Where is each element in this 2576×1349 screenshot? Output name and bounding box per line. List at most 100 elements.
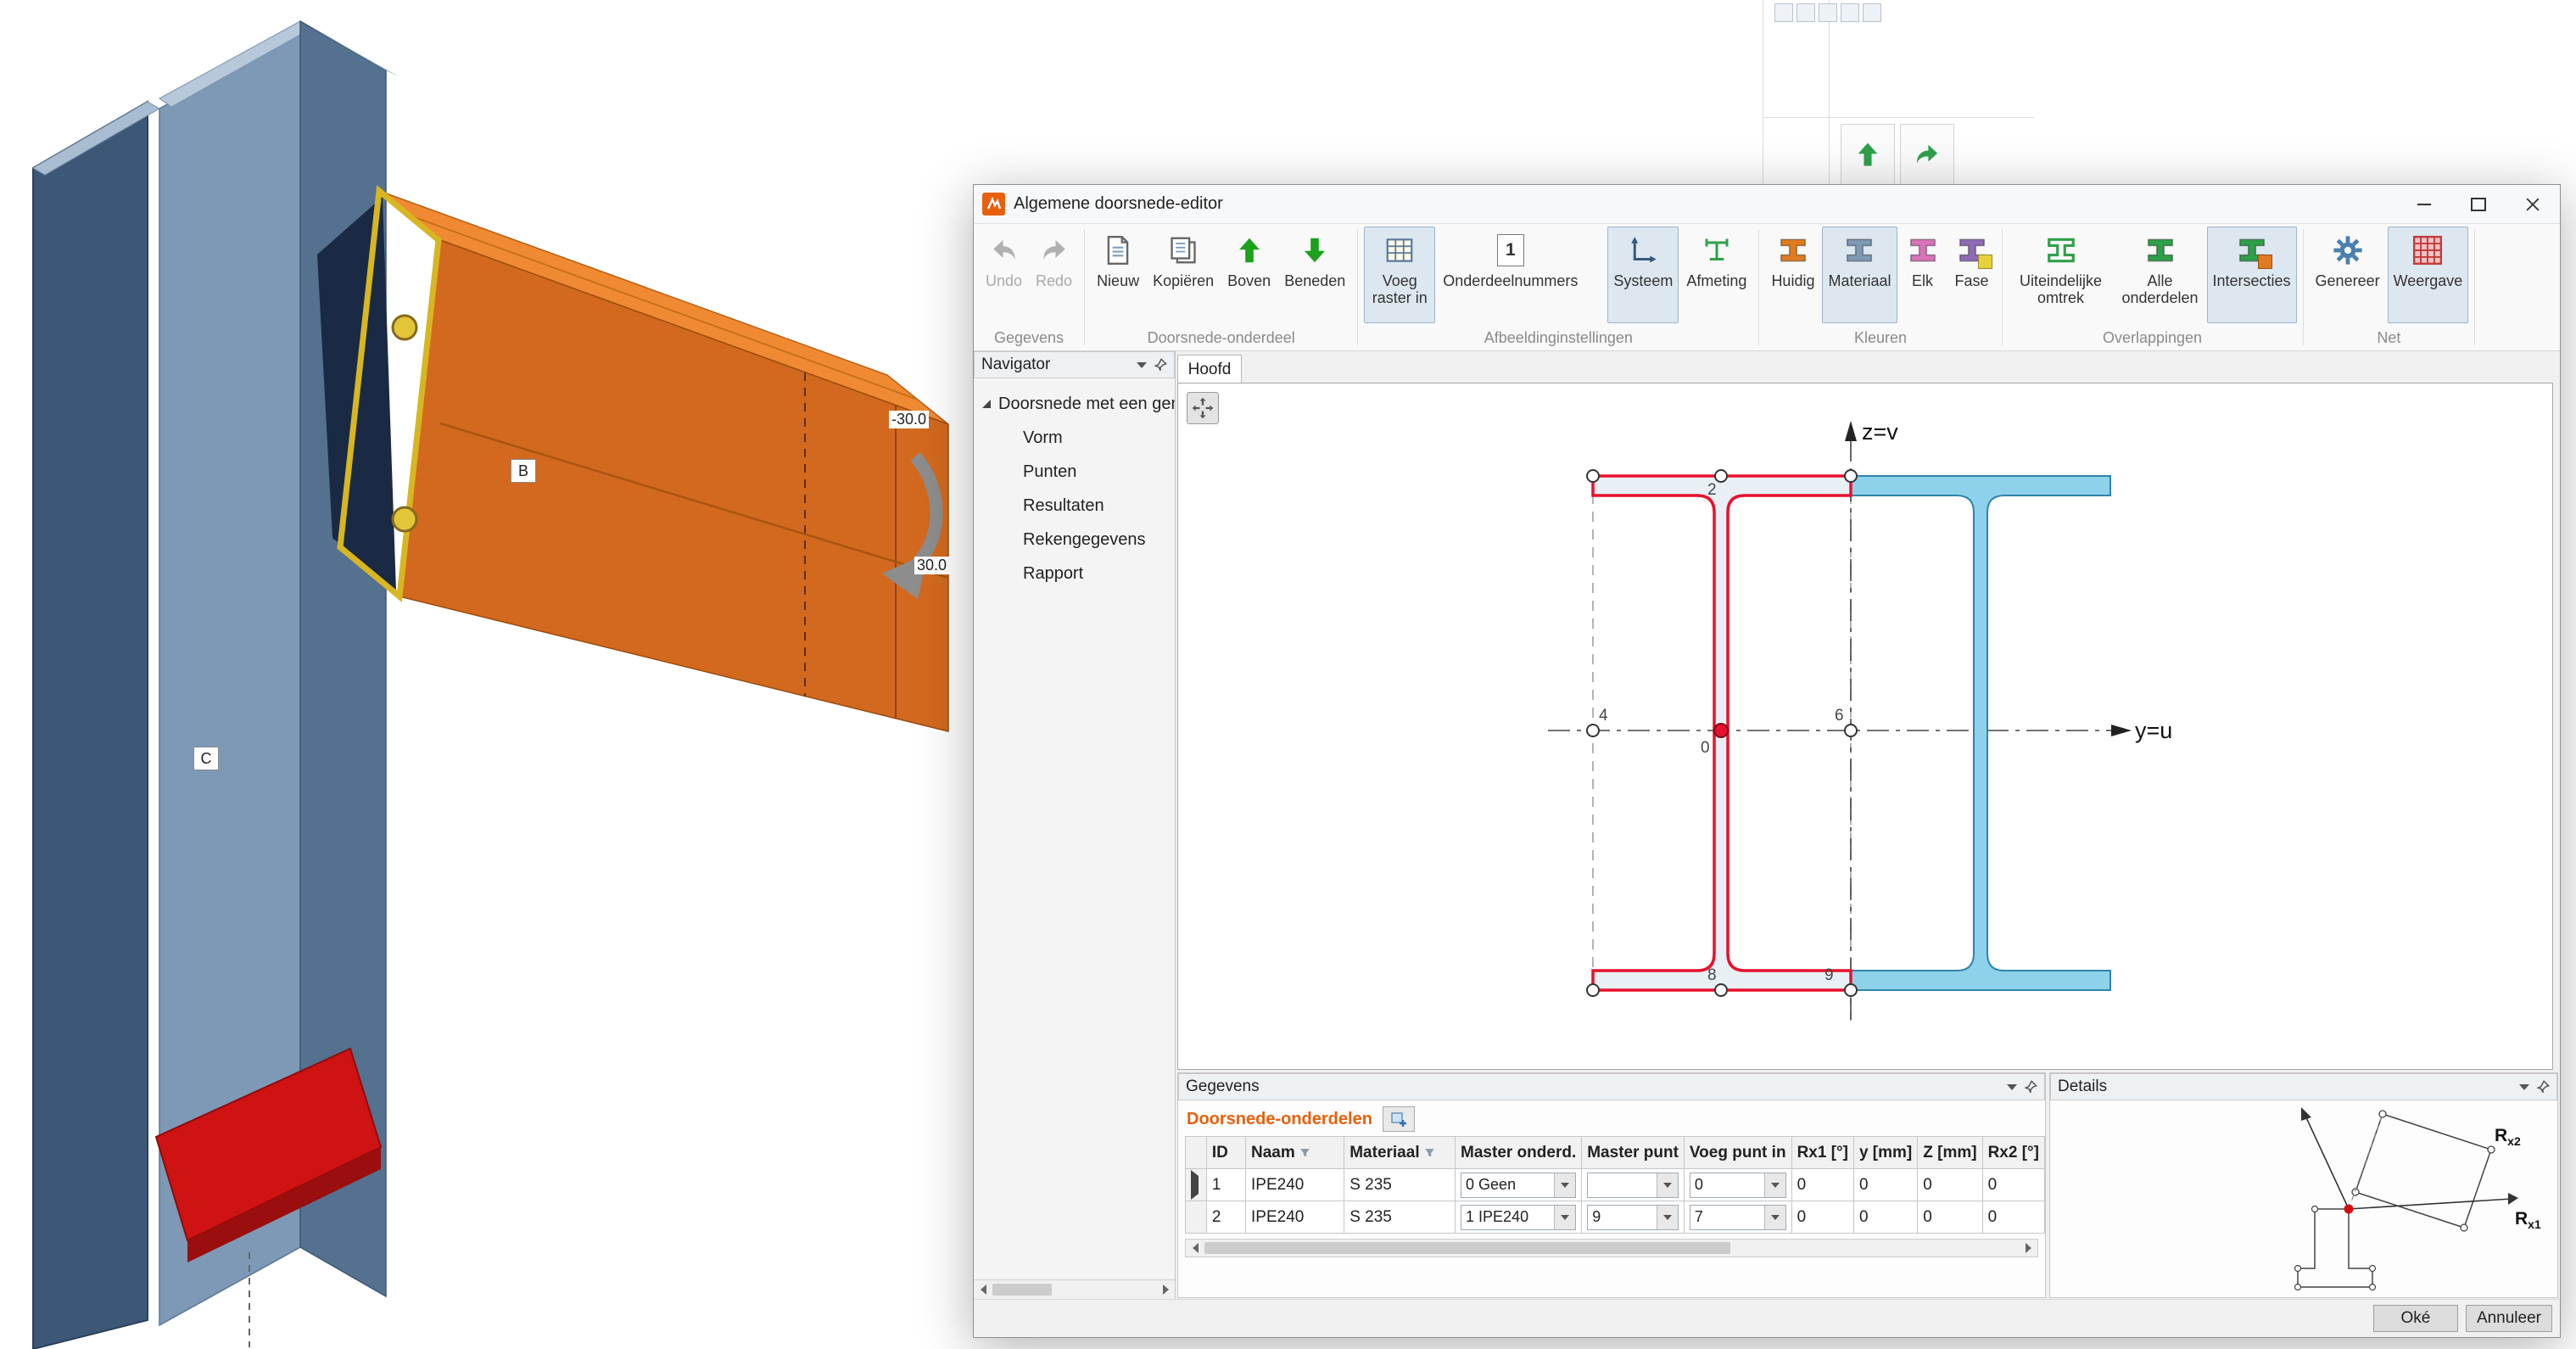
color-material-button[interactable]: Materiaal — [1822, 227, 1897, 323]
background-toolbar-icon[interactable] — [1796, 3, 1815, 22]
row-indicator[interactable] — [1186, 1201, 1207, 1234]
background-toolbar-icon[interactable] — [1841, 3, 1859, 22]
insert-raster-button[interactable]: Voeg raster in — [1364, 227, 1435, 323]
dropdown-button[interactable] — [1554, 1173, 1575, 1197]
background-toolbar-icon[interactable] — [1819, 3, 1837, 22]
details-title: Details — [2058, 1078, 2107, 1096]
cell-y[interactable]: 0 — [1853, 1201, 1917, 1234]
cell-id[interactable]: 1 — [1206, 1169, 1245, 1201]
all-parts-button[interactable]: Alle onderdelen — [2115, 227, 2205, 323]
undo-button[interactable]: Undo — [980, 227, 1028, 323]
dropdown-button[interactable] — [1657, 1173, 1678, 1197]
section-canvas[interactable]: z=v y=u — [1177, 383, 2553, 1070]
y-axis: y=u — [1548, 718, 2172, 743]
cell-z[interactable]: 0 — [1918, 1169, 1982, 1201]
dimension-button[interactable]: Afmeting — [1680, 227, 1752, 323]
cell-materiaal[interactable]: S 235 — [1344, 1201, 1456, 1234]
scroll-left-button[interactable] — [1186, 1239, 1204, 1257]
generate-mesh-button[interactable]: Genereer — [2310, 227, 2386, 323]
redo-button[interactable]: Redo — [1030, 227, 1078, 323]
dropdown-button[interactable] — [1764, 1206, 1785, 1229]
copy-part-button[interactable]: Kopiëren — [1147, 227, 1220, 323]
tree-item-root[interactable]: Doorsnede met een gen — [974, 387, 1175, 421]
tree-item-rapport[interactable]: Rapport — [974, 557, 1175, 591]
filter-icon[interactable] — [1299, 1147, 1310, 1158]
orange-beam[interactable] — [379, 191, 948, 731]
add-part-button[interactable] — [1383, 1106, 1415, 1132]
tab-hoofd[interactable]: Hoofd — [1177, 355, 1242, 383]
table-horizontal-scrollbar[interactable] — [1185, 1239, 2038, 1257]
background-toolbar-icon[interactable] — [1774, 3, 1793, 22]
section-origin-node[interactable] — [1714, 724, 1728, 737]
pin-icon[interactable] — [2536, 1080, 2550, 1094]
master-onderd-dropdown[interactable]: 1 IPE240 — [1461, 1205, 1576, 1230]
scroll-right-button[interactable] — [1156, 1280, 1175, 1299]
svg-text:Rx2: Rx2 — [2495, 1126, 2521, 1148]
close-button[interactable] — [2506, 185, 2560, 223]
coordinate-axes-icon — [1625, 232, 1661, 268]
tree-item-rekengegevens[interactable]: Rekengegevens — [974, 523, 1175, 557]
voeg-punt-dropdown[interactable]: 0 — [1690, 1173, 1786, 1198]
cell-rx2[interactable]: 0 — [1982, 1201, 2044, 1234]
dropdown-button[interactable] — [1554, 1206, 1575, 1229]
maximize-button[interactable] — [2451, 185, 2506, 223]
dropdown-button[interactable] — [1657, 1206, 1678, 1229]
cell-y[interactable]: 0 — [1853, 1169, 1917, 1201]
scrollbar-thumb[interactable] — [1204, 1242, 1730, 1254]
navigator-title: Navigator — [981, 355, 1050, 374]
voeg-punt-dropdown[interactable]: 7 — [1690, 1205, 1786, 1230]
filter-icon[interactable] — [1424, 1147, 1435, 1158]
color-phase-button[interactable]: Fase — [1948, 227, 1996, 323]
master-punt-dropdown[interactable]: 9 — [1587, 1205, 1679, 1230]
cell-materiaal[interactable]: S 235 — [1344, 1169, 1456, 1201]
pan-tool-button[interactable] — [1187, 392, 1219, 424]
show-mesh-button[interactable]: Weergave — [2388, 227, 2469, 323]
tree-item-punten[interactable]: Punten — [974, 455, 1175, 489]
dialog-titlebar[interactable]: Algemene doorsnede-editor — [974, 185, 2560, 224]
part-numbers-button[interactable]: 1 Onderdeelnummers — [1437, 227, 1584, 323]
pin-icon[interactable] — [1154, 358, 1167, 372]
tab-doorsnede-onderdelen[interactable]: Doorsnede-onderdelen — [1187, 1110, 1372, 1129]
expander-icon[interactable] — [982, 400, 991, 408]
current-row-indicator[interactable] — [1186, 1169, 1207, 1201]
scroll-right-button[interactable] — [2019, 1239, 2037, 1257]
move-up-button[interactable]: Boven — [1221, 227, 1277, 323]
master-onderd-dropdown[interactable]: 0 Geen — [1461, 1173, 1576, 1198]
chevron-down-icon[interactable] — [2519, 1084, 2529, 1090]
cell-rx1[interactable]: 0 — [1791, 1201, 1853, 1234]
ok-button[interactable]: Oké — [2373, 1305, 2458, 1332]
cell-naam[interactable]: IPE240 — [1246, 1169, 1344, 1201]
scroll-left-button[interactable] — [974, 1280, 992, 1299]
new-part-button[interactable]: Nieuw — [1091, 227, 1145, 323]
background-ribbon-button[interactable] — [1900, 124, 1954, 185]
color-each-button[interactable]: Elk — [1899, 227, 1947, 323]
cell-id[interactable]: 2 — [1206, 1201, 1245, 1234]
cancel-button[interactable]: Annuleer — [2466, 1305, 2552, 1332]
final-outline-button[interactable]: Uiteindelijke omtrek — [2009, 227, 2114, 323]
pin-icon[interactable] — [2024, 1080, 2037, 1094]
scrollbar-thumb[interactable] — [992, 1284, 1052, 1296]
system-axes-button[interactable]: Systeem — [1607, 227, 1679, 323]
chevron-down-icon[interactable] — [2007, 1084, 2017, 1090]
move-down-button[interactable]: Beneden — [1278, 227, 1351, 323]
tree-item-resultaten[interactable]: Resultaten — [974, 489, 1175, 523]
cell-z[interactable]: 0 — [1918, 1201, 1982, 1234]
chevron-down-icon[interactable] — [1137, 362, 1147, 368]
3d-connection-viewport[interactable] — [0, 0, 984, 1349]
navigator-horizontal-scrollbar[interactable] — [974, 1279, 1175, 1299]
intersections-button[interactable]: Intersecties — [2207, 227, 2297, 323]
cell-rx1[interactable]: 0 — [1791, 1169, 1853, 1201]
section-part-2[interactable] — [1851, 476, 2110, 990]
cell-rx2[interactable]: 0 — [1982, 1169, 2044, 1201]
background-toolbar-icon[interactable] — [1863, 3, 1881, 22]
tree-item-vorm[interactable]: Vorm — [974, 421, 1175, 455]
section-drawing: z=v y=u — [1178, 383, 2552, 1069]
dropdown-button[interactable] — [1764, 1173, 1785, 1197]
minimize-button[interactable] — [2397, 185, 2451, 223]
background-ribbon-button[interactable] — [1841, 124, 1895, 185]
ribbon-group-label: Overlappingen — [2005, 328, 2300, 350]
cell-naam[interactable]: IPE240 — [1246, 1201, 1344, 1234]
ribbon-group-label: Kleuren — [1762, 328, 1998, 350]
master-punt-dropdown[interactable] — [1587, 1173, 1679, 1198]
color-current-button[interactable]: Huidig — [1765, 227, 1820, 323]
